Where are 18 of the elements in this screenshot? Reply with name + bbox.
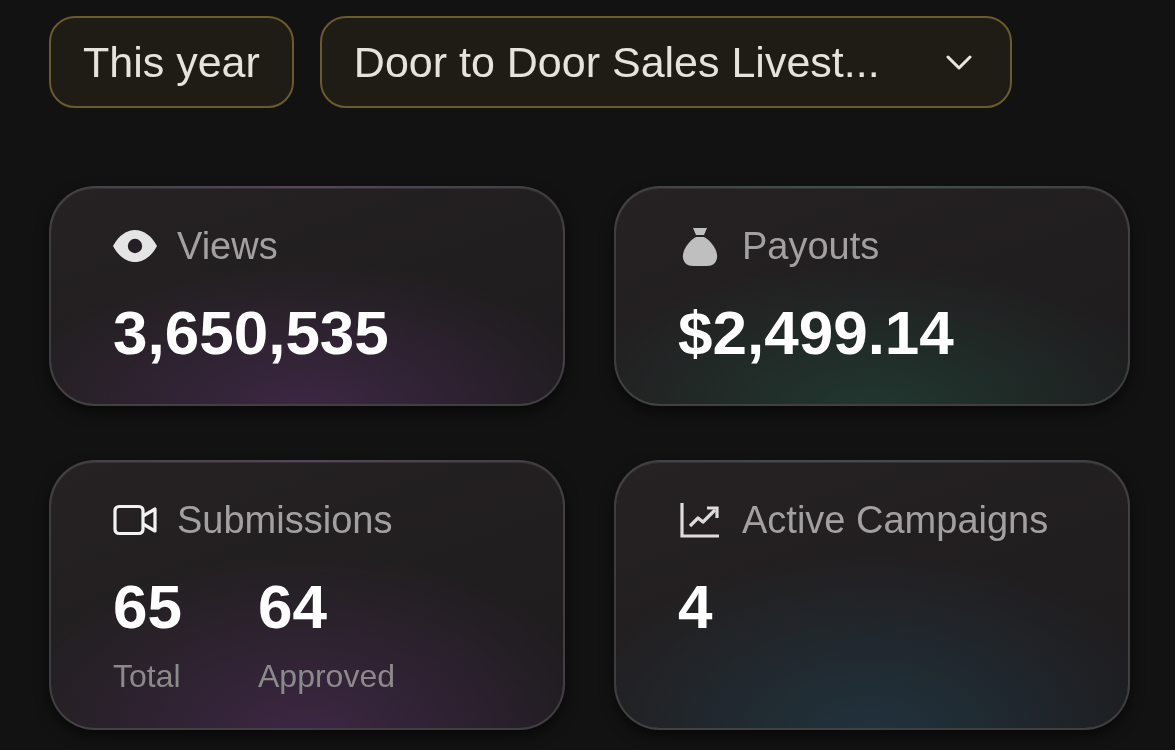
stat-value: 4 xyxy=(678,572,713,642)
stat-label: Payouts xyxy=(742,224,880,268)
stat-label: Views xyxy=(177,224,278,268)
stat-value: 3,650,535 xyxy=(113,298,389,368)
video-camera-icon xyxy=(113,504,157,536)
stat-caption: Total xyxy=(113,658,181,694)
campaign-dropdown[interactable]: Door to Door Sales Livest... xyxy=(319,16,1012,108)
stat-caption: Approved xyxy=(258,658,395,694)
money-bag-icon xyxy=(682,226,718,266)
stat-label: Submissions xyxy=(177,498,393,542)
chevron-down-icon xyxy=(945,54,972,70)
stat-value: 65 xyxy=(113,572,182,642)
stat-label: Active Campaigns xyxy=(742,498,1049,542)
stat-value: $2,499.14 xyxy=(678,298,954,368)
stat-value: 64 xyxy=(258,572,327,642)
eye-icon xyxy=(113,230,157,262)
trend-chart-icon xyxy=(680,502,720,538)
period-filter-button[interactable]: This year xyxy=(49,16,294,108)
